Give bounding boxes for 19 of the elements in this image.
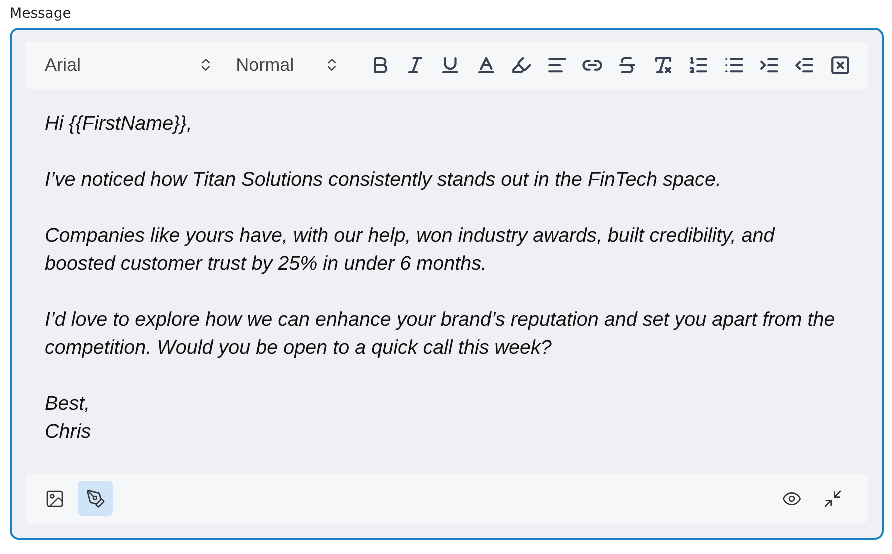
paragraph: Hi {{FirstName}}, bbox=[45, 112, 194, 137]
text-color-icon bbox=[476, 54, 497, 76]
paragraph: Best, Chris bbox=[45, 392, 92, 445]
highlight-icon bbox=[511, 54, 532, 76]
pen-icon bbox=[86, 488, 106, 509]
pen-button[interactable] bbox=[78, 481, 113, 516]
clear-icon bbox=[830, 54, 851, 76]
collapse-icon bbox=[822, 488, 842, 509]
font-select[interactable]: Arial bbox=[45, 54, 214, 76]
size-select[interactable]: Normal bbox=[236, 54, 340, 76]
paragraph: I’d love to explore how we can enhance your brand’s reputation and set you apart from the competition. Would you be open to a quick call this week? bbox=[45, 308, 836, 361]
paragraph: I’ve noticed how Titan Solutions consistently stands out in the FinTech space. bbox=[45, 168, 722, 193]
clear-format-icon bbox=[652, 54, 674, 76]
underline-icon bbox=[440, 54, 462, 76]
field-label: Message bbox=[10, 6, 72, 23]
strikethrough-icon bbox=[617, 54, 638, 76]
numbered-list-icon bbox=[688, 54, 710, 76]
paragraph: Companies like yours have, with our help, won industry awards, built credibility, and boosted customer trust by 25% in under 6 months. bbox=[45, 224, 776, 277]
image-icon bbox=[44, 488, 64, 509]
